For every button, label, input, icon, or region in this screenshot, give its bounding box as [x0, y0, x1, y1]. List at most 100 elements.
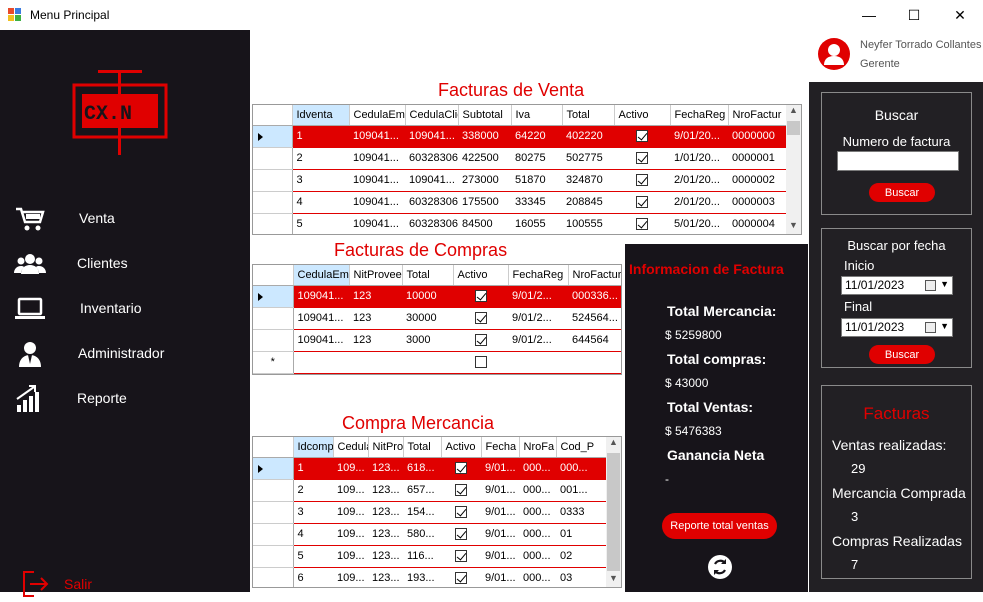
row-header[interactable] — [253, 479, 294, 502]
row-header[interactable] — [253, 169, 293, 192]
column-header[interactable]: CedulaClie — [405, 105, 459, 126]
row-header[interactable] — [253, 457, 294, 480]
table-cell[interactable]: 123... — [368, 523, 403, 546]
table-row[interactable]: 4 109041... 60328306 175500 33345 208845 2/01/… — [253, 191, 788, 214]
table-cell[interactable]: 273000 — [458, 169, 511, 192]
table-cell[interactable]: 109041... — [349, 147, 405, 170]
scroll-down-icon[interactable]: ▼ — [786, 220, 801, 234]
table-cell[interactable]: 9/01... — [481, 545, 519, 568]
table-cell[interactable] — [568, 351, 621, 374]
new-row[interactable]: * — [253, 351, 621, 374]
table-cell[interactable]: 109... — [333, 523, 368, 546]
table-cell[interactable]: 123... — [368, 567, 403, 587]
row-header[interactable] — [253, 567, 294, 587]
table-row[interactable]: 109041... 123 10000 9/01/2... 000336... — [253, 285, 621, 308]
table-cell[interactable]: 524564... — [568, 307, 621, 330]
table-cell[interactable]: 123... — [368, 545, 403, 568]
table-cell[interactable]: 0333 — [556, 501, 608, 524]
table-row[interactable]: 109041... 123 3000 9/01/2... 644564 — [253, 329, 621, 352]
table-row[interactable]: 1 109041... 109041... 338000 64220 402220 9/01… — [253, 125, 788, 148]
table-cell[interactable]: 657... — [403, 479, 441, 502]
checkbox[interactable] — [474, 290, 487, 303]
table-cell[interactable]: 123... — [368, 501, 403, 524]
table-cell[interactable]: 109041... — [405, 125, 458, 148]
table-cell[interactable]: 3 — [293, 501, 333, 524]
column-header[interactable]: Iva — [511, 105, 563, 126]
table-cell[interactable]: 9/01... — [481, 523, 519, 546]
column-header[interactable]: NroFa — [519, 437, 557, 458]
table-cell[interactable]: 109... — [333, 567, 368, 587]
table-cell[interactable]: 1 — [293, 457, 333, 480]
table-cell[interactable]: 0000003 — [728, 191, 788, 214]
table-cell[interactable] — [402, 351, 453, 374]
table-cell[interactable]: 1 — [292, 125, 349, 148]
checkbox[interactable] — [636, 152, 648, 165]
row-header[interactable] — [253, 125, 293, 148]
reporte-ventas-button[interactable]: Reporte total ventas — [662, 513, 777, 539]
nav-clientes[interactable]: Clientes — [0, 244, 250, 284]
column-header[interactable]: Activo — [614, 105, 671, 126]
table-cell[interactable]: 9/01... — [481, 567, 519, 587]
table-cell[interactable]: 618... — [403, 457, 441, 480]
table-row[interactable]: 6 109... 123... 193... 9/01... 000... 03 — [253, 567, 608, 587]
activo-checkbox-cell[interactable] — [614, 147, 670, 170]
column-header[interactable]: Idcomp — [293, 437, 334, 458]
table-row[interactable]: 5 109... 123... 116... 9/01... 000... 02 — [253, 545, 608, 568]
row-header[interactable] — [253, 285, 294, 308]
table-cell[interactable]: 16055 — [511, 213, 562, 234]
column-header[interactable]: Idventa — [292, 105, 350, 126]
checkbox[interactable] — [636, 130, 648, 143]
table-cell[interactable]: 001... — [556, 479, 608, 502]
table-cell[interactable]: 1/01/20... — [670, 147, 728, 170]
activo-checkbox-cell[interactable] — [614, 125, 670, 148]
table-row[interactable]: 5 109041... 60328306 84500 16055 100555 5/01/2… — [253, 213, 788, 234]
column-header[interactable]: Total — [402, 265, 454, 286]
table-cell[interactable]: 0000001 — [728, 147, 788, 170]
column-header[interactable]: Total — [403, 437, 442, 458]
table-row[interactable]: 109041... 123 30000 9/01/2... 524564... — [253, 307, 621, 330]
table-cell[interactable] — [349, 351, 402, 374]
table-cell[interactable]: 64220 — [511, 125, 562, 148]
row-header[interactable] — [253, 501, 294, 524]
table-cell[interactable]: 123 — [349, 285, 402, 308]
row-header[interactable] — [253, 329, 294, 352]
column-header[interactable]: Activo — [453, 265, 509, 286]
table-cell[interactable]: 123 — [349, 329, 402, 352]
column-header[interactable]: Subtotal — [458, 105, 512, 126]
column-header[interactable]: CedulaEm — [293, 265, 350, 286]
table-cell[interactable]: 4 — [293, 523, 333, 546]
compras-grid[interactable]: CedulaEm NitProvee Total Activo FechaReg NroF… — [252, 264, 622, 375]
table-cell[interactable]: 123... — [368, 457, 403, 480]
checkbox[interactable] — [455, 506, 467, 519]
table-cell[interactable] — [508, 351, 568, 374]
table-cell[interactable]: 109041... — [405, 169, 458, 192]
table-cell[interactable]: 9/01/2... — [508, 329, 568, 352]
table-cell[interactable]: 644564 — [568, 329, 621, 352]
table-cell[interactable]: 2/01/20... — [670, 191, 728, 214]
table-row[interactable]: 3 109041... 109041... 273000 51870 324870 2/01… — [253, 169, 788, 192]
table-cell[interactable]: 338000 — [458, 125, 511, 148]
table-cell[interactable]: 109041... — [349, 125, 405, 148]
checkbox[interactable] — [455, 572, 467, 585]
inicio-date-picker[interactable]: 11/01/2023 ▼ — [841, 276, 953, 295]
table-row[interactable]: 1 109... 123... 618... 9/01... 000... 000... — [253, 457, 608, 480]
column-header[interactable]: NitProv — [368, 437, 404, 458]
table-cell[interactable]: 4 — [292, 191, 349, 214]
table-cell[interactable]: 580... — [403, 523, 441, 546]
table-cell[interactable]: 000... — [519, 567, 556, 587]
table-cell[interactable]: 193... — [403, 567, 441, 587]
column-header[interactable]: NroFactur — [568, 265, 621, 286]
table-row[interactable]: 4 109... 123... 580... 9/01... 000... 01 — [253, 523, 608, 546]
activo-checkbox-cell[interactable] — [614, 191, 670, 214]
refresh-icon[interactable] — [708, 555, 732, 579]
row-header[interactable] — [253, 545, 294, 568]
checkbox[interactable] — [474, 356, 487, 369]
table-cell[interactable]: 2 — [292, 147, 349, 170]
table-cell[interactable]: 109041... — [349, 213, 405, 234]
activo-checkbox-cell[interactable] — [614, 213, 670, 234]
table-cell[interactable]: 208845 — [562, 191, 614, 214]
table-cell[interactable]: 30000 — [402, 307, 453, 330]
minimize-button[interactable]: — — [846, 0, 892, 30]
chevron-down-icon[interactable]: ▼ — [940, 279, 949, 289]
numero-factura-input[interactable] — [837, 151, 959, 171]
